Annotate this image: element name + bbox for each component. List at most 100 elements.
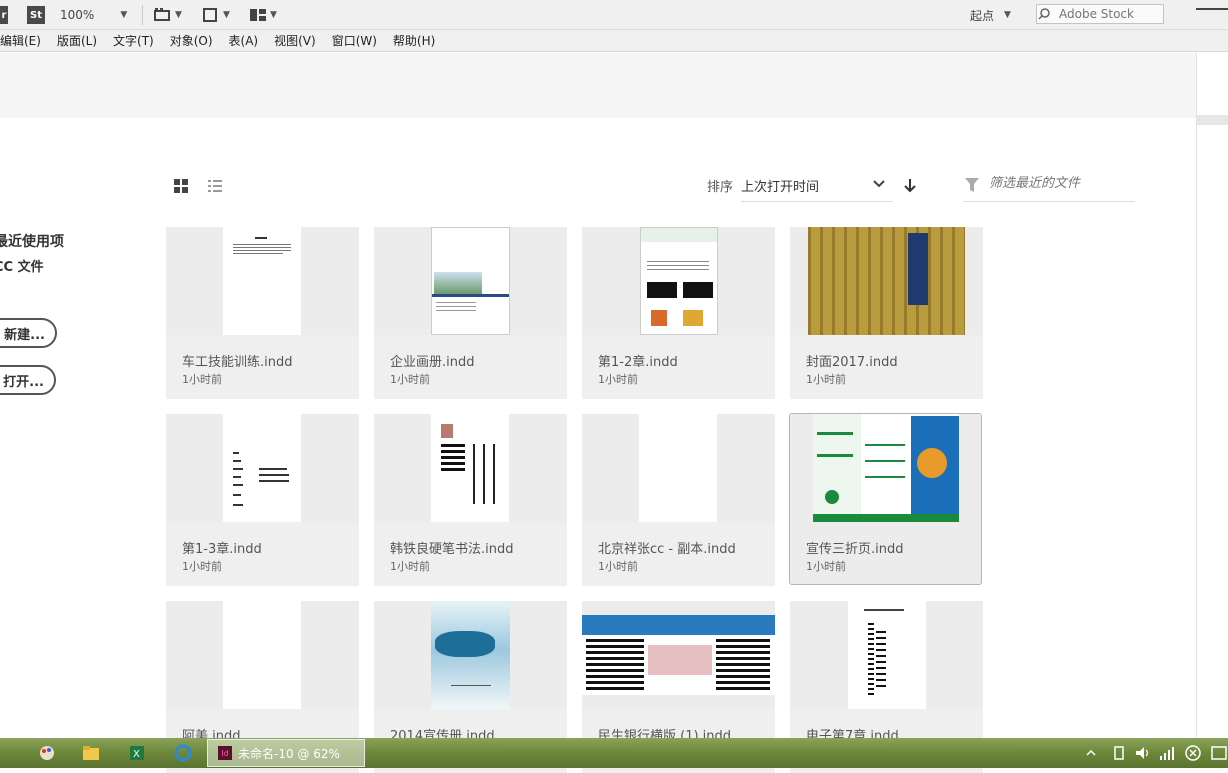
search-icon [1038, 8, 1050, 20]
page-preview [640, 227, 718, 335]
workspace-switcher[interactable]: 起点 ▼ [970, 0, 1011, 30]
internet-explorer-icon[interactable] [174, 744, 192, 762]
file-time: 1小时前 [598, 373, 638, 386]
chevron-down-icon: ▼ [175, 10, 182, 20]
excel-icon[interactable]: X [128, 744, 146, 762]
file-time: 1小时前 [390, 373, 430, 386]
sort-dropdown[interactable]: 上次打开时间 [741, 168, 893, 202]
chevron-down-icon: ▼ [1004, 10, 1011, 20]
menu-bar: 编辑(E) 版面(L) 文字(T) 对象(O) 表(A) 视图(V) 窗口(W)… [0, 30, 1228, 52]
stock-search-input[interactable] [1059, 7, 1157, 21]
file-thumbnail [374, 414, 567, 522]
page-preview [431, 414, 509, 522]
toolbar-divider [142, 5, 143, 25]
recent-file-card[interactable]: 封面2017.indd 1小时前 [790, 227, 983, 399]
file-name: 封面2017.indd [806, 355, 898, 370]
chevron-down-icon: ▼ [270, 10, 277, 20]
recent-file-card[interactable]: 企业画册.indd 1小时前 [374, 227, 567, 399]
filter-input[interactable] [989, 176, 1133, 191]
file-name: 北京祥张cc - 副本.indd [598, 542, 736, 557]
recent-file-card[interactable]: 车工技能训练.indd 1小时前 [166, 227, 359, 399]
recent-file-card[interactable]: 北京祥张cc - 副本.indd 1小时前 [582, 414, 775, 586]
file-name: 企业画册.indd [390, 355, 475, 370]
menu-object[interactable]: 对象(O) [170, 32, 213, 49]
page-preview [848, 601, 926, 709]
file-thumbnail [582, 601, 775, 709]
indesign-icon: Id [218, 746, 232, 760]
page-preview [431, 601, 510, 709]
menu-table[interactable]: 表(A) [229, 32, 259, 49]
page-preview [223, 414, 301, 522]
zoom-dropdown[interactable]: 100% ▼ [60, 0, 136, 30]
file-thumbnail [582, 227, 775, 335]
recent-file-card[interactable]: 韩铁良硬笔书法.indd 1小时前 [374, 414, 567, 586]
file-thumbnail [790, 601, 983, 709]
menu-view[interactable]: 视图(V) [274, 32, 316, 49]
workspace-label: 起点 [970, 8, 995, 23]
screen-mode-button[interactable]: ▼ [154, 0, 182, 30]
recent-nav-item[interactable]: 最近使用项 [0, 231, 64, 251]
menu-edit[interactable]: 编辑(E) [0, 32, 41, 49]
new-button-label: 新建... [4, 327, 45, 343]
file-name: 宣传三折页.indd [806, 542, 904, 557]
menu-type[interactable]: 文字(T) [113, 32, 154, 49]
device-icon[interactable] [1110, 744, 1128, 762]
cc-files-nav-item[interactable]: CC 文件 [0, 256, 44, 275]
file-thumbnail [374, 227, 567, 335]
windows-taskbar: X [0, 738, 1228, 768]
filter-recent-files[interactable] [963, 168, 1135, 202]
filter-icon [965, 178, 979, 192]
chevron-down-icon: ▼ [223, 10, 230, 20]
recent-file-card[interactable]: 第1-2章.indd 1小时前 [582, 227, 775, 399]
file-name: 车工技能训练.indd [182, 355, 293, 370]
file-thumbnail [582, 414, 775, 522]
page-preview [431, 227, 510, 335]
sort-value: 上次打开时间 [741, 180, 820, 195]
new-button[interactable]: 新建... [0, 318, 57, 348]
chevron-down-icon [873, 180, 885, 188]
file-explorer-icon[interactable] [82, 744, 100, 762]
zoom-value: 100% [60, 8, 95, 22]
file-time: 1小时前 [182, 560, 222, 573]
vertical-scrollbar[interactable] [1196, 53, 1228, 738]
arrange-documents-button[interactable]: ▼ [249, 0, 277, 30]
action-center-icon[interactable] [1210, 744, 1228, 762]
page-preview [582, 615, 775, 695]
menu-layout[interactable]: 版面(L) [57, 32, 97, 49]
stock-search[interactable] [1036, 4, 1164, 24]
open-button-label: 打开... [3, 374, 44, 390]
grid-view-button[interactable] [173, 178, 189, 194]
volume-icon[interactable] [1134, 744, 1152, 762]
list-view-button[interactable] [207, 178, 223, 194]
network-icon[interactable] [1158, 744, 1176, 762]
list-icon [208, 180, 222, 192]
file-time: 1小时前 [598, 560, 638, 573]
scrollbar-thumb[interactable] [1196, 115, 1228, 125]
file-thumbnail [790, 227, 983, 335]
chevron-up-icon[interactable] [1086, 744, 1096, 762]
file-time: 1小时前 [390, 560, 430, 573]
app-toolbar: r St 100% ▼ ▼ ▼ ▼ 起点 ▼ [0, 0, 1228, 30]
svg-text:X: X [133, 749, 140, 760]
app-icon[interactable]: r [0, 0, 8, 30]
sort-direction-button[interactable] [902, 177, 918, 193]
open-button[interactable]: 打开... [0, 365, 56, 395]
recent-file-card[interactable]: 第1-3章.indd 1小时前 [166, 414, 359, 586]
menu-help[interactable]: 帮助(H) [393, 32, 435, 49]
stock-app-button[interactable]: St [27, 0, 45, 30]
view-options-button[interactable]: ▼ [202, 0, 230, 30]
window-minimize-button[interactable] [1196, 8, 1228, 18]
recent-file-card-selected[interactable]: 宣传三折页.indd 1小时前 [789, 413, 982, 585]
menu-window[interactable]: 窗口(W) [332, 32, 377, 49]
page-preview [223, 601, 301, 709]
file-thumbnail [374, 601, 567, 709]
page-preview [808, 227, 965, 335]
paint-icon[interactable] [38, 744, 56, 762]
start-header [0, 53, 1196, 118]
chevron-down-icon: ▼ [120, 10, 128, 20]
file-name: 第1-3章.indd [182, 542, 262, 557]
taskbar-indesign-window[interactable]: Id 未命名-10 @ 62% [207, 739, 365, 767]
close-circle-icon[interactable] [1184, 744, 1202, 762]
page-preview [223, 227, 301, 335]
file-thumbnail [166, 414, 359, 522]
